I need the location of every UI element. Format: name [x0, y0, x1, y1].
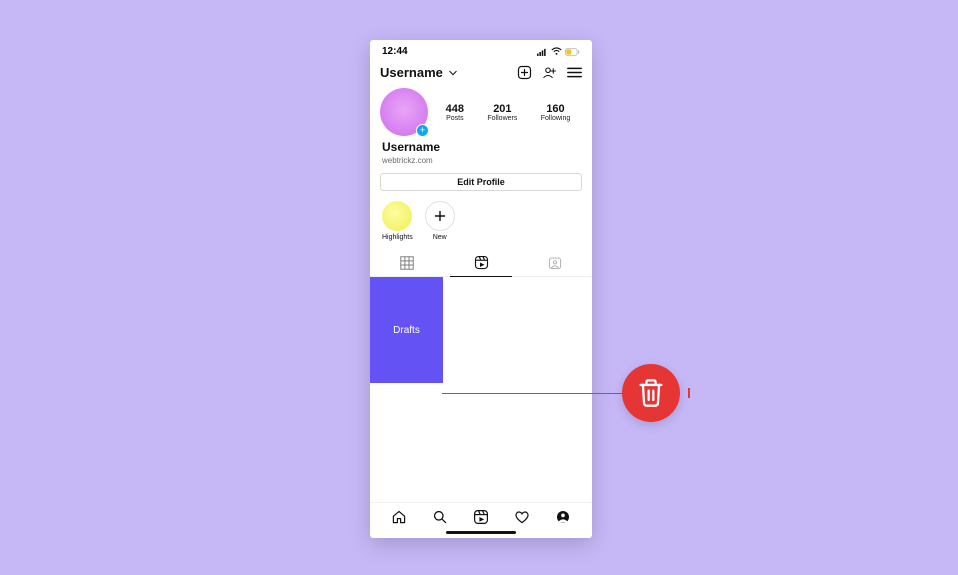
tagged-icon [548, 256, 562, 270]
following-count: 160 [541, 103, 571, 115]
tab-tagged[interactable] [518, 249, 592, 276]
grid-icon [400, 256, 414, 270]
stat-followers[interactable]: 201 Followers [487, 103, 517, 122]
profile-summary: + 448 Posts 201 Followers 160 Following [370, 84, 592, 136]
highlight-new[interactable]: New [425, 201, 455, 241]
trash-icon [637, 378, 665, 408]
menu-icon[interactable] [567, 66, 582, 79]
reels-icon [474, 255, 489, 270]
highlight-label: Highlights [382, 234, 413, 241]
highlights-row: Highlights New [370, 197, 592, 243]
discover-people-icon[interactable] [542, 65, 557, 80]
profile-tabs [370, 249, 592, 277]
highlight-cover [382, 201, 412, 231]
home-indicator [446, 531, 516, 534]
posts-count: 448 [446, 103, 464, 115]
followers-count: 201 [487, 103, 517, 115]
nav-activity-icon[interactable] [514, 509, 530, 525]
website-link[interactable]: webtrickz.com [370, 154, 592, 171]
delete-callout [622, 364, 680, 422]
callout-line [442, 393, 622, 394]
content-area: Drafts [370, 277, 592, 502]
header-username[interactable]: Username [380, 65, 443, 80]
create-post-icon[interactable] [517, 65, 532, 80]
tab-reels[interactable] [444, 249, 518, 276]
status-bar: 12:44 [370, 40, 592, 59]
add-story-icon[interactable]: + [416, 124, 429, 137]
status-time: 12:44 [382, 46, 408, 57]
nav-profile-icon[interactable] [555, 509, 571, 525]
stat-following[interactable]: 160 Following [541, 103, 571, 122]
nav-reels-icon[interactable] [473, 509, 489, 525]
nav-home-icon[interactable] [391, 509, 407, 525]
drafts-tile[interactable]: Drafts [370, 277, 443, 383]
display-name: Username [370, 136, 592, 154]
wifi-icon [551, 47, 562, 56]
highlight-new-label: New [433, 234, 447, 241]
avatar[interactable]: + [380, 88, 428, 136]
nav-search-icon[interactable] [432, 509, 448, 525]
profile-header: Username [370, 59, 592, 84]
battery-icon [565, 48, 580, 56]
stat-posts[interactable]: 448 Posts [446, 103, 464, 122]
edit-profile-button[interactable]: Edit Profile [380, 173, 582, 191]
bottom-nav [370, 502, 592, 529]
highlight-item[interactable]: Highlights [382, 201, 413, 241]
plus-icon [425, 201, 455, 231]
following-label: Following [541, 115, 571, 122]
followers-label: Followers [487, 115, 517, 122]
drafts-label: Drafts [393, 325, 420, 336]
callout-tick [688, 388, 690, 398]
signal-icon [537, 48, 548, 56]
status-indicators [537, 47, 580, 56]
tab-grid[interactable] [370, 249, 444, 276]
chevron-down-icon[interactable] [449, 70, 457, 76]
phone-frame: 12:44 Username + [370, 40, 592, 538]
posts-label: Posts [446, 115, 464, 122]
